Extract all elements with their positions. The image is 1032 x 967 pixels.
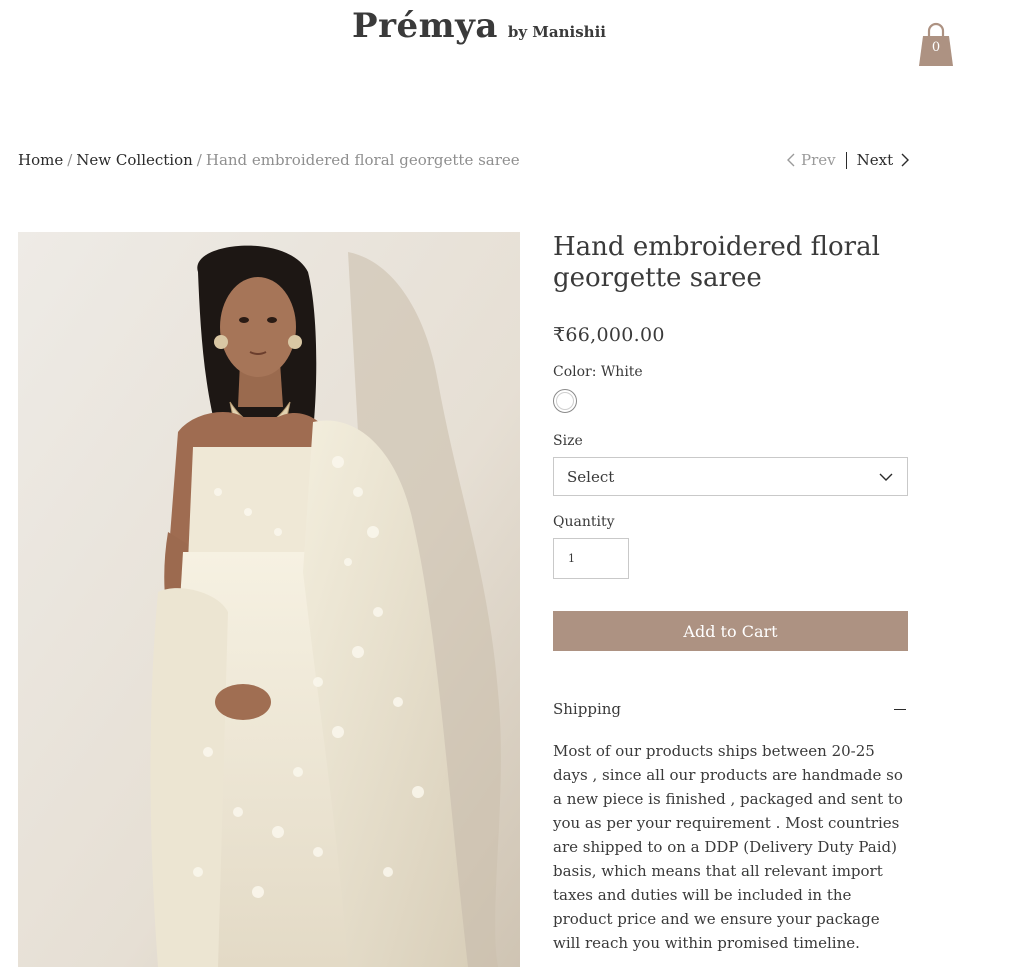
add-to-cart-label: Add to Cart [683,621,778,641]
prev-button[interactable]: Prev [784,151,836,169]
color-swatch-white[interactable] [553,389,577,413]
quantity-value: 1 [568,552,575,565]
breadcrumb-current: Hand embroidered floral georgette saree [205,151,520,169]
site-header: Prémya by Manishii 0 [0,0,1032,90]
brand-tagline: by Manishii [507,23,606,41]
chevron-down-icon [879,473,893,481]
quantity-input[interactable]: 1 [553,538,629,579]
cart-button[interactable]: 0 [917,20,955,68]
minus-icon [894,708,906,710]
size-label: Size [553,433,583,449]
chevron-left-icon [787,153,795,167]
cart-count: 0 [931,40,941,55]
product-pager: Prev Next [784,151,912,169]
breadcrumb-separator: / [67,151,73,169]
chevron-right-icon [901,153,910,167]
shipping-title: Shipping [553,700,621,718]
next-label: Next [856,151,894,169]
product-image[interactable] [18,232,520,967]
size-select-value: Select [567,467,615,486]
next-button[interactable]: Next [857,151,913,169]
product-details: Hand embroidered floral georgette saree … [553,232,909,955]
breadcrumb-home[interactable]: Home [18,151,63,169]
shipping-accordion-header[interactable]: Shipping [553,700,908,718]
quantity-label: Quantity [553,514,615,530]
shipping-text: Most of our products ships between 20-25… [553,742,903,952]
brand-name: Prémya [352,6,498,46]
breadcrumb-collection[interactable]: New Collection [76,151,193,169]
prev-label: Prev [801,151,836,169]
swatch-fill [556,392,574,410]
product-title: Hand embroidered floral georgette saree [553,232,880,293]
breadcrumb-separator: / [196,151,202,169]
brand-logo[interactable]: Prémya by Manishii [352,6,606,46]
product-price: ₹66,000.00 [553,324,665,346]
pager-divider [845,151,847,169]
add-to-cart-button[interactable]: Add to Cart [553,611,908,651]
color-label: Color: White [553,364,643,380]
breadcrumb: Home / New Collection / Hand embroidered flo… [18,151,520,169]
product-photo-illustration [18,232,520,967]
size-select[interactable]: Select [553,457,908,496]
